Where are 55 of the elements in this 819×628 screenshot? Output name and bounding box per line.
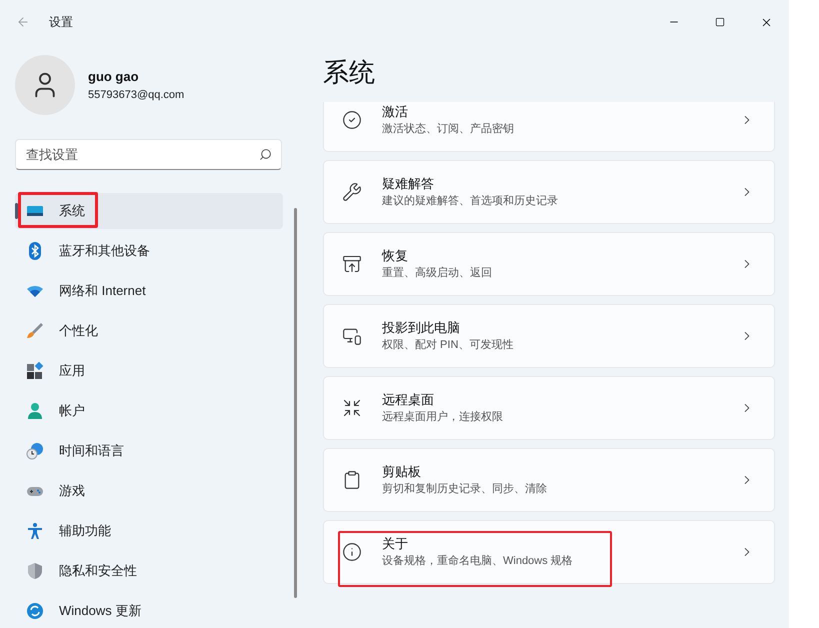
settings-card[interactable]: 疑难解答 建议的疑难解答、首选项和历史记录 [323,160,775,224]
card-title: 投影到此电脑 [382,319,461,337]
nav-item[interactable]: Windows 更新 [15,593,283,628]
nav-item[interactable]: 辅助功能 [15,513,283,549]
nav-item[interactable]: 个性化 [15,313,283,349]
card-subtitle: 激活状态、订阅、产品密钥 [382,122,515,137]
screens-icon [342,326,362,346]
nav-item[interactable]: 游戏 [15,473,283,509]
person-icon [26,402,44,420]
nav-item[interactable]: 系统 [15,193,283,229]
settings-card[interactable]: 远程桌面 远程桌面用户，连接权限 [323,376,775,440]
user-email: 55793673@qq.com [88,88,184,102]
brush-icon [26,322,44,340]
check-circle-icon [342,110,362,130]
back-button[interactable] [16,15,30,29]
maximize-icon[interactable] [715,17,725,27]
settings-card[interactable]: 剪贴板 剪切和复制历史记录、同步、清除 [323,448,775,512]
nav-item[interactable]: 隐私和安全性 [15,553,283,589]
shield-icon [26,562,44,580]
card-title: 激活 [382,103,409,121]
search-icon [259,148,272,161]
nav-item[interactable]: 应用 [15,353,283,389]
settings-card[interactable]: 恢复 重置、高级启动、返回 [323,232,775,296]
nav-item[interactable]: 网络和 Internet [15,273,283,309]
card-subtitle: 剪切和复制历史记录、同步、清除 [382,482,548,497]
card-subtitle: 重置、高级启动、返回 [382,266,493,281]
globe-clock-icon [26,442,44,460]
bluetooth-icon [26,242,44,260]
clipboard-icon [342,470,362,490]
nav-item[interactable]: 蓝牙和其他设备 [15,233,283,269]
update-icon [26,602,44,620]
user-name: guo gao [88,68,140,86]
accessibility-icon [26,522,44,540]
card-title: 关于 [382,535,409,553]
card-title: 恢复 [382,247,409,265]
card-title: 剪贴板 [382,463,422,481]
card-subtitle: 权限、配对 PIN、可发现性 [382,338,514,353]
settings-card[interactable]: 激活 激活状态、订阅、产品密钥 [323,102,775,152]
card-subtitle: 建议的疑难解答、首选项和历史记录 [382,194,559,209]
card-subtitle: 设备规格，重命名电脑、Windows 规格 [382,554,574,569]
nav-item[interactable]: 帐户 [15,393,283,429]
search-field[interactable]: 查找设置 [15,139,282,170]
settings-card[interactable]: 关于 设备规格，重命名电脑、Windows 规格 [323,520,775,584]
settings-card[interactable]: 投影到此电脑 权限、配对 PIN、可发现性 [323,304,775,368]
window-title: 设置 [49,14,73,31]
arrows-icon [342,398,362,418]
info-icon [342,542,362,562]
page-title: 系统 [323,56,376,89]
card-title: 远程桌面 [382,391,435,409]
restore-icon [342,254,362,274]
apps-icon [26,362,44,380]
wrench-icon [342,182,362,202]
nav-item[interactable]: 时间和语言 [15,433,283,469]
card-subtitle: 远程桌面用户，连接权限 [382,410,504,425]
card-title: 疑难解答 [382,175,435,193]
